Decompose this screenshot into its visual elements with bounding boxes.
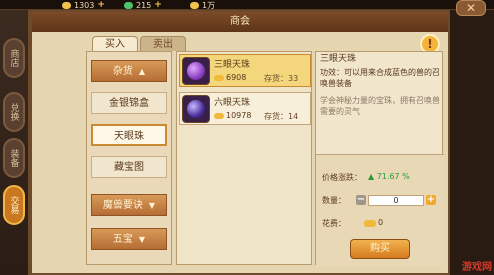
price-change-label: 价格涨跌： [322,173,362,182]
item-detail: 三眼天珠 功效：可以用来合成蓝色的兽的召唤兽装备 学会神秘力量的宝珠，拥有召唤兽… [315,51,444,266]
price-change-value: ▲ 71.67 % [368,172,410,181]
item-list: 三眼天珠 6908 存货：33 六眼天珠 10978 存货：14 [176,51,312,265]
list-item[interactable]: 三眼天珠 6908 存货：33 [179,54,311,87]
cost-value: 0 [378,218,384,227]
item-stock: 存货：33 [264,74,299,83]
add-gold-button[interactable]: + [97,0,105,10]
jade-amount: 215 [136,0,152,10]
cost-label: 花费： [322,219,346,228]
resource-bar: 1303 + 215 + 1万 [0,0,494,10]
panel-title: 商会 [32,12,448,32]
category-groceries[interactable]: 杂货 ▲ [91,60,167,82]
subcategory-gold-silver-box[interactable]: 金银锦盒 [91,92,167,114]
item-description: 三眼天珠 功效：可以用来合成蓝色的兽的召唤兽装备 学会神秘力量的宝珠，拥有召唤兽… [320,54,440,117]
detail-item-name: 三眼天珠 [320,54,357,64]
item-stock: 存货：14 [264,112,299,121]
silver-resource: 1万 [190,0,215,10]
trade-panel: 价格涨跌： ▲ 71.67 % 数量： − 0 + 花费： 0 购买 [316,154,444,266]
side-tab-shop[interactable]: 商店 [3,38,25,78]
silver-coin-icon [190,1,199,9]
side-tab-rail: 商店 兑换 装备 交易 [0,10,30,275]
gold-amount: 1303 [74,0,95,10]
category-five-treasures[interactable]: 五宝 ▼ [91,228,167,250]
item-name: 三眼天珠 [214,60,251,70]
item-price: 6908 [214,73,246,82]
purple-bead-icon [187,62,205,80]
chevron-up-icon: ▲ [138,67,146,76]
quantity-input[interactable]: 0 [368,195,424,206]
jade-resource: 215 + [124,0,162,10]
blue-bead-icon [187,100,205,118]
quantity-decrease-button[interactable]: − [356,195,366,205]
detail-effect: 功效：可以用来合成蓝色的兽的召唤兽装备 [320,68,440,88]
item-thumbnail [182,95,210,123]
close-button[interactable]: ✕ [456,0,486,16]
tab-buy[interactable]: 买入 [92,36,138,51]
chevron-down-icon: ▼ [138,235,146,244]
jade-icon [124,1,133,9]
side-tab-equipment[interactable]: 装备 [3,138,25,178]
tab-sell[interactable]: 卖出 [140,36,186,51]
subcategory-sky-eye-bead[interactable]: 天眼珠 [91,124,167,146]
chevron-down-icon: ▼ [148,201,156,210]
coin-icon [364,220,376,227]
silver-amount: 1万 [202,0,216,10]
side-tab-trade[interactable]: 交易 [3,185,25,225]
list-item[interactable]: 六眼天珠 10978 存货：14 [179,92,311,125]
category-list: 杂货 ▲ 金银锦盒 天眼珠 藏宝图 魔兽要诀 ▼ 五宝 ▼ [86,51,172,265]
quantity-increase-button[interactable]: + [426,195,436,205]
quantity-label: 数量： [322,196,346,205]
item-name: 六眼天珠 [214,98,251,108]
coin-icon [214,74,224,81]
subcategory-treasure-map[interactable]: 藏宝图 [91,156,167,178]
coin-icon [214,112,224,119]
buy-button[interactable]: 购买 [350,239,410,259]
detail-note: 学会神秘力量的宝珠，拥有召唤兽需要的灵气 [320,96,440,116]
side-tab-exchange[interactable]: 兑换 [3,92,25,132]
gold-resource: 1303 + [62,0,105,10]
category-beast-skills[interactable]: 魔兽要诀 ▼ [91,194,167,216]
gold-coin-icon [62,1,71,9]
add-jade-button[interactable]: + [154,0,162,10]
watermark: 游戏网 [462,262,492,273]
item-price: 10978 [214,111,251,120]
item-thumbnail [182,57,210,85]
